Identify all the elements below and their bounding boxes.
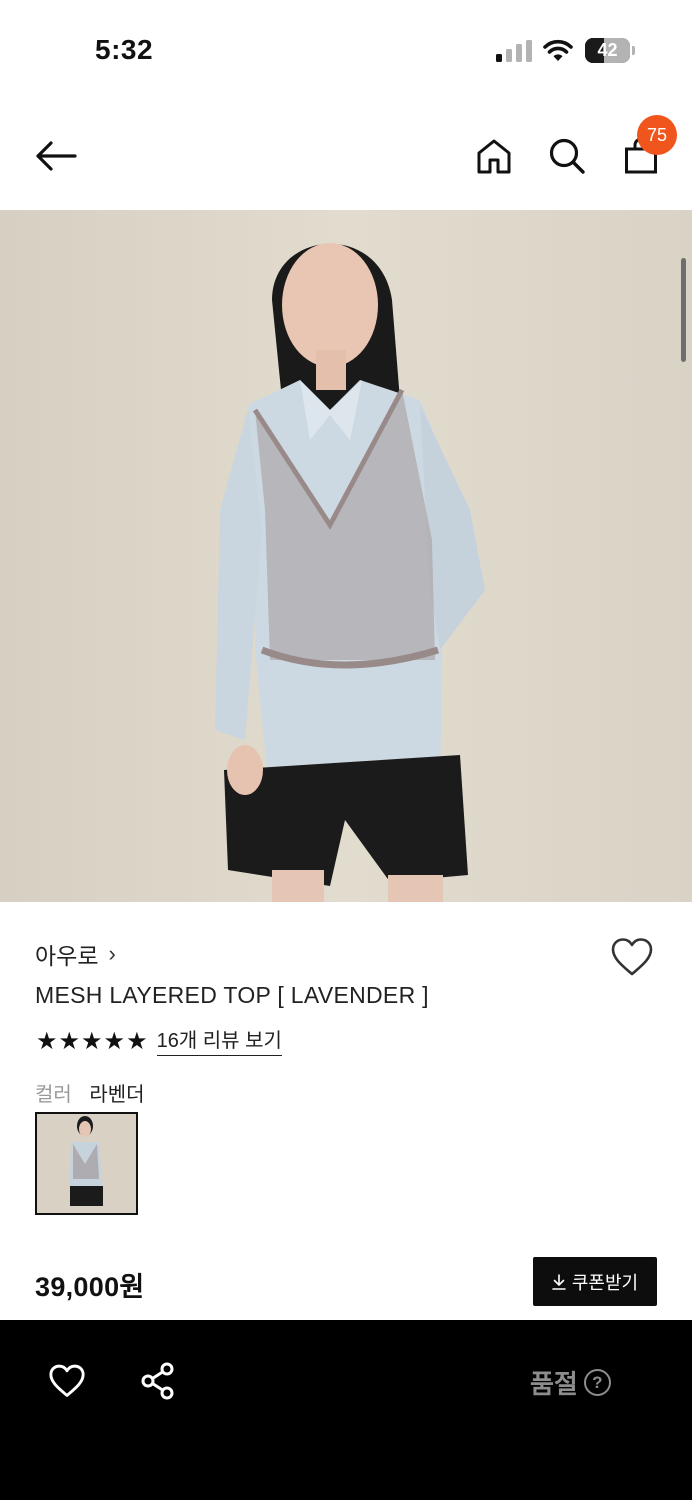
back-button[interactable] <box>30 132 82 180</box>
home-icon <box>477 139 511 174</box>
star-icon: ★ <box>58 1028 81 1055</box>
product-title: MESH LAYERED TOP [ LAVENDER ] <box>35 982 429 1008</box>
bottom-wishlist-button[interactable] <box>44 1360 90 1402</box>
product-image[interactable] <box>0 210 692 902</box>
battery-icon: 42 <box>585 38 635 63</box>
coupon-label: 쿠폰받기 <box>571 1272 639 1293</box>
rating-stars: ★ ★ ★ ★ ★ <box>36 1028 148 1056</box>
wifi-icon <box>543 39 573 61</box>
search-button[interactable] <box>543 132 591 180</box>
status-time: 5:32 <box>95 34 154 65</box>
home-button[interactable] <box>470 132 518 180</box>
swatch-thumbnail <box>37 1114 136 1213</box>
get-coupon-button[interactable]: 쿠폰받기 <box>533 1257 657 1306</box>
question-circle-icon[interactable]: ? <box>583 1369 611 1396</box>
star-icon: ★ <box>103 1028 126 1055</box>
color-swatch-lavender[interactable] <box>35 1112 138 1215</box>
brand-link[interactable]: 아우로 › <box>35 937 116 971</box>
search-icon <box>549 138 585 174</box>
status-bar: 5:32 42 <box>0 0 692 100</box>
download-icon <box>552 1273 566 1290</box>
product-photo <box>0 210 692 902</box>
bottom-action-bar: 품절 ? <box>0 1320 692 1500</box>
image-scroll-indicator[interactable] <box>681 258 686 362</box>
soldout-label: 품절 <box>530 1369 578 1399</box>
brand-name: 아우로 <box>35 943 99 969</box>
review-link[interactable]: 16개 리뷰 보기 <box>156 1029 282 1056</box>
heart-outline-icon <box>611 938 653 976</box>
app-header <box>0 100 692 210</box>
share-button[interactable] <box>136 1358 180 1404</box>
price: 39,000원 <box>35 1272 145 1302</box>
star-icon: ★ <box>126 1028 148 1055</box>
soldout-status: 품절 ? <box>530 1364 611 1401</box>
rating-row: ★ ★ ★ ★ ★ 16개 리뷰 보기 <box>36 1028 282 1056</box>
star-icon: ★ <box>36 1028 58 1055</box>
cellular-signal-icon <box>496 40 532 62</box>
color-value: 라벤더 <box>89 1084 145 1106</box>
share-icon <box>141 1362 174 1400</box>
battery-level: 42 <box>597 40 618 60</box>
cart-count-badge: 75 <box>637 115 677 155</box>
wishlist-button[interactable] <box>608 934 656 980</box>
arrow-left-icon <box>36 141 77 171</box>
heart-outline-icon <box>49 1364 85 1397</box>
star-icon: ★ <box>81 1028 103 1055</box>
color-label: 컬러 <box>35 1084 72 1106</box>
color-row: 컬러 라벤더 <box>35 1078 145 1107</box>
chevron-right-icon: › <box>108 941 116 966</box>
